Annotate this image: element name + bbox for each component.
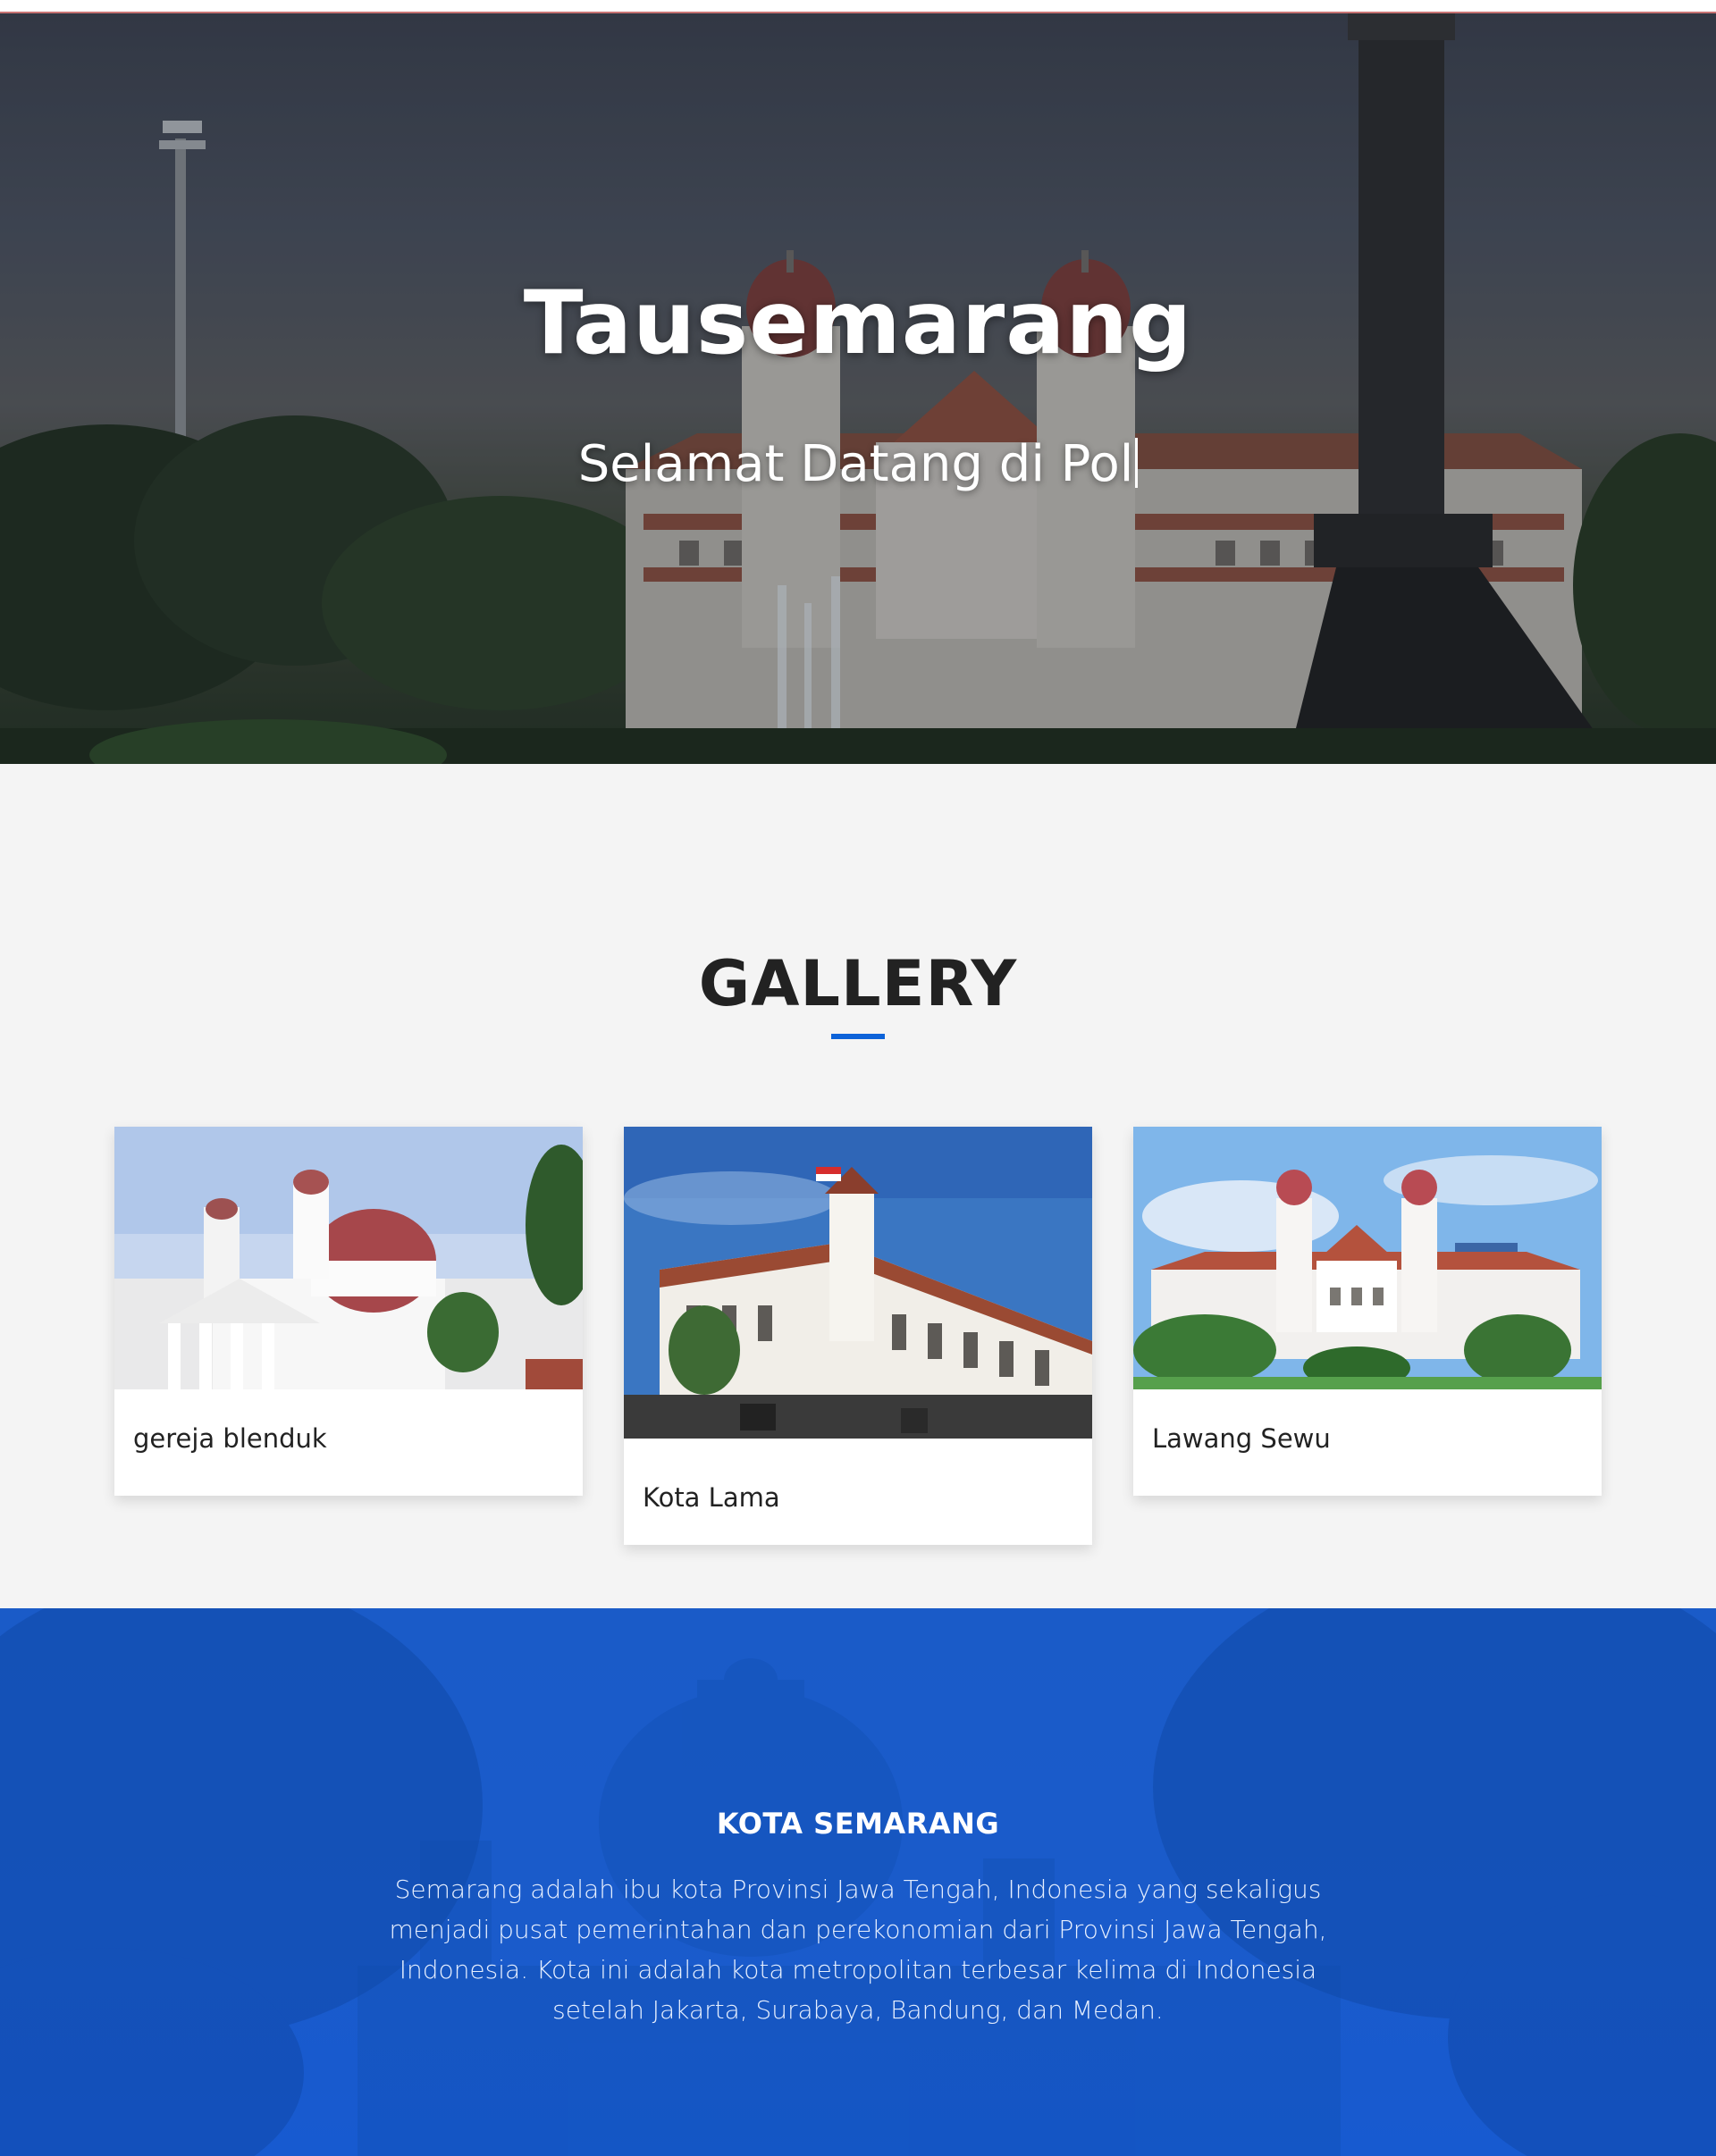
- gallery-heading-underline: [831, 1034, 885, 1039]
- gallery-heading: GALLERY: [698, 947, 1018, 1020]
- gallery-card-gereja-blenduk[interactable]: gereja blenduk: [114, 1127, 583, 1496]
- typing-cursor: [1135, 438, 1139, 488]
- gallery-caption: Lawang Sewu: [1152, 1423, 1331, 1454]
- old-town-building-photo: [624, 1127, 1092, 1439]
- hero-subtitle-text: Selamat Datang di Pol: [577, 435, 1134, 493]
- gallery-caption: Kota Lama: [643, 1482, 780, 1513]
- gallery-card-kota-lama[interactable]: Kota Lama: [624, 1127, 1092, 1545]
- about-description: Semarang adalah ibu kota Provinsi Jawa T…: [389, 1875, 1327, 2025]
- about-section: KOTA SEMARANG Semarang adalah ibu kota P…: [0, 1608, 1716, 2156]
- hero-title: Tausemarang: [523, 273, 1193, 374]
- hero-banner: Tausemarang Selamat Datang di Pol: [0, 13, 1716, 764]
- hero-subtitle: Selamat Datang di Pol: [0, 435, 1716, 493]
- church-dome-photo: [114, 1127, 583, 1389]
- about-title: KOTA SEMARANG: [716, 1807, 1000, 1841]
- hero-overlay: [0, 13, 1716, 764]
- top-border: [0, 0, 1716, 13]
- twin-tower-building-photo: [1133, 1127, 1602, 1389]
- gallery-card-lawang-sewu[interactable]: Lawang Sewu: [1133, 1127, 1602, 1496]
- gallery-caption: gereja blenduk: [133, 1423, 327, 1454]
